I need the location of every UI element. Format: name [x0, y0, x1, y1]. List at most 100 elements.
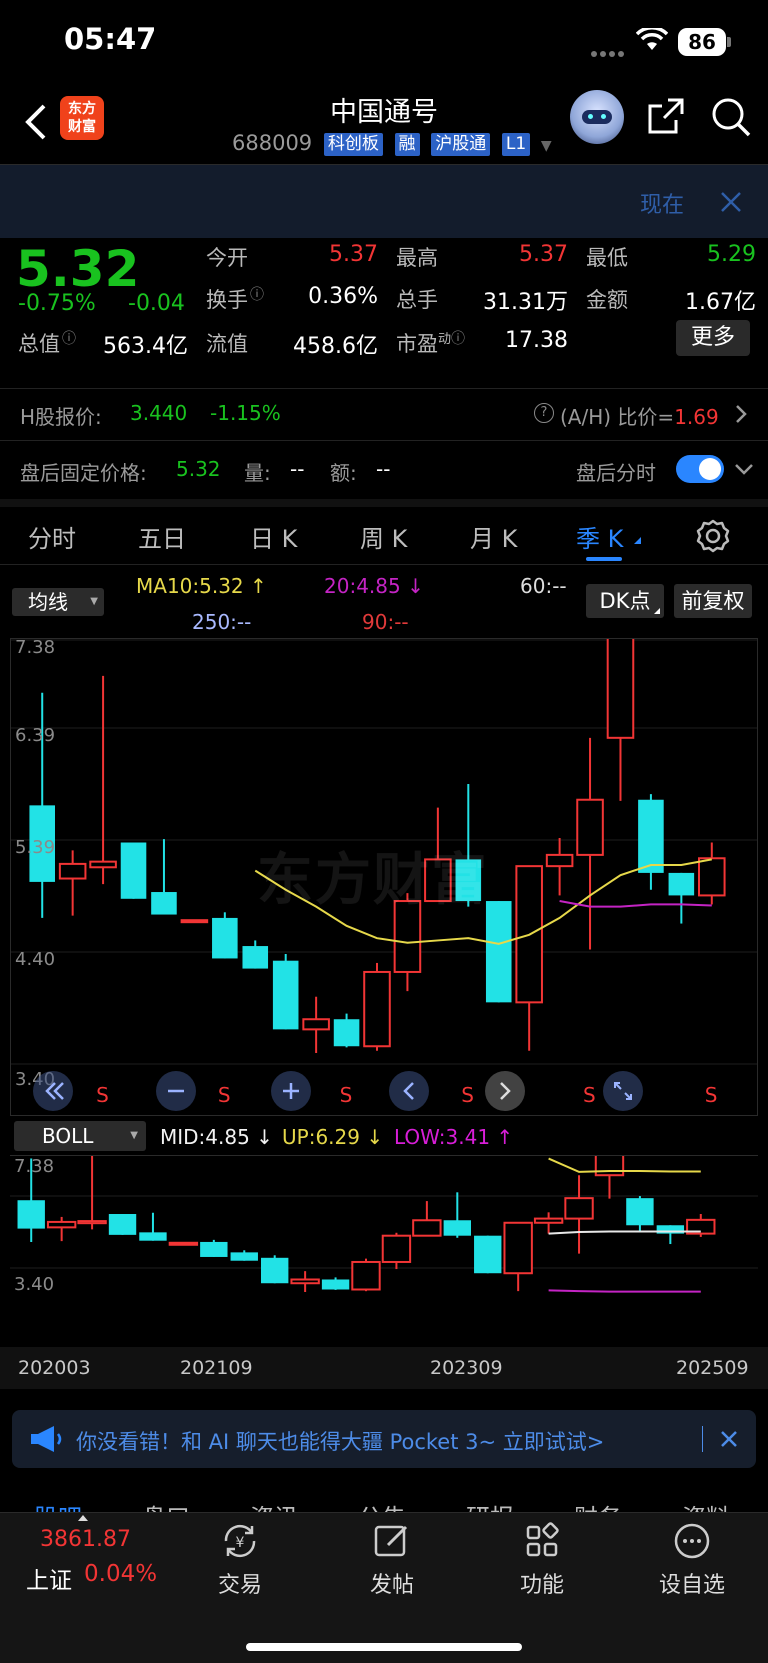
top-notice-banner[interactable]: 现在	[0, 164, 768, 238]
yen-cycle-icon: ¥	[224, 1524, 256, 1558]
chevron-down-icon[interactable]	[734, 461, 754, 480]
s-mark: S	[96, 1083, 109, 1107]
candle-body	[302, 1018, 330, 1031]
candle-body	[120, 842, 147, 899]
tab-weekly[interactable]: 周 K	[360, 519, 407, 554]
dropdown-icon: ▼	[90, 596, 98, 607]
candle-body	[58, 862, 87, 880]
close-icon[interactable]	[720, 191, 742, 217]
y-tick-label: 4.40	[15, 949, 56, 970]
open-label: 今开	[206, 246, 248, 270]
watermark: 东方财富	[257, 848, 489, 913]
dropdown-icon: ▼	[130, 1130, 138, 1141]
boll-candle-body	[443, 1220, 471, 1236]
boll-candle-body	[351, 1260, 381, 1291]
afterhours-price: 5.32	[176, 457, 221, 481]
pe-sup: 动	[438, 332, 452, 347]
volume-label: 总手	[396, 288, 438, 312]
boll-candle-body	[474, 1235, 502, 1274]
candlestick-chart[interactable]: 东方财富 7.386.395.394.403.40 SSSSSS	[10, 637, 758, 1116]
robot-avatar-icon[interactable]	[570, 90, 624, 144]
grid-icon	[526, 1522, 559, 1557]
megaphone-icon	[28, 1424, 64, 1458]
search-icon[interactable]	[710, 96, 752, 142]
boll-candle-body	[46, 1220, 77, 1229]
candle-body	[89, 860, 117, 869]
stock-code: 688009	[232, 131, 313, 155]
bottom-bar: 3861.87 上证 0.04% ¥ 交易 发帖 功能 设自选	[0, 1512, 768, 1663]
fullscreen-button[interactable]	[603, 1071, 643, 1111]
boll-candle-body	[261, 1257, 289, 1284]
candle-body	[576, 798, 604, 856]
info-icon[interactable]: ⓘ	[62, 331, 76, 347]
change-amount: -0.04	[128, 291, 185, 316]
fast-back-button[interactable]	[33, 1071, 73, 1111]
notice-text: 现在	[640, 193, 685, 218]
boll-low-line	[548, 1289, 701, 1293]
trade-button[interactable]: ¥ 交易	[200, 1521, 280, 1601]
chevron-right-icon[interactable]	[734, 403, 748, 429]
tab-monthly[interactable]: 月 K	[470, 519, 517, 554]
turnover-label: 换手 ⓘ	[206, 287, 264, 312]
afterhours-vol-label: 量:	[244, 461, 271, 485]
tab-quarterly[interactable]: 季 K	[576, 519, 623, 554]
dk-button[interactable]: DK点	[586, 584, 664, 618]
x-tick-label: 202003	[18, 1357, 91, 1379]
afterhours-amt-label: 额:	[330, 461, 357, 485]
ad-divider	[702, 1426, 703, 1452]
boll-candle-body	[168, 1241, 199, 1246]
tag-star-market: 科创板	[323, 132, 383, 156]
indicator-selector[interactable]: 均线 ▼	[12, 588, 104, 616]
amount-value: 1.67亿	[685, 290, 756, 315]
ma-legend: 均线 ▼ MA10:5.32 ↑ 20:4.85 ↓ 60:-- 250:-- 9…	[0, 566, 768, 638]
tab-five-day[interactable]: 五日	[138, 519, 186, 554]
info-icon[interactable]: ⓘ	[250, 287, 264, 303]
boll-candle-body	[290, 1278, 320, 1285]
post-button[interactable]: 发帖	[352, 1521, 432, 1601]
zoom-in-button[interactable]	[271, 1071, 311, 1111]
zoom-out-button[interactable]	[156, 1071, 196, 1111]
boll-candle-body	[381, 1234, 412, 1263]
open-value: 5.37	[329, 242, 378, 267]
index-widget[interactable]: 3861.87 上证 0.04%	[0, 1513, 170, 1603]
share-icon[interactable]	[646, 96, 686, 140]
period-tabs: 分时 五日 日 K 周 K 月 K 季 K	[0, 507, 768, 565]
boll-candle-body	[200, 1241, 228, 1257]
x-axis: 202003 202109 202309 202509	[0, 1347, 768, 1389]
scroll-right-button[interactable]	[485, 1071, 525, 1111]
nav-bar: 东方 财富 中国通号 688009 科创板 融 沪股通 L1 ▼	[0, 84, 768, 164]
hshare-label: H股报价:	[20, 405, 102, 429]
quote-panel: 5.32 -0.75% -0.04 今开 5.37 最高 5.37 最低 5.2…	[0, 238, 768, 388]
afterhours-toggle-label: 盘后分时	[576, 461, 656, 485]
add-watchlist-button[interactable]: 设自选	[652, 1521, 732, 1601]
x-tick-label: 202309	[430, 1357, 503, 1379]
content-tabs: 股吧 盘口 资讯 公告 研报 财务 资料	[0, 1480, 768, 1514]
settings-icon[interactable]	[696, 519, 730, 557]
tab-corner-icon	[634, 537, 641, 544]
hshare-row[interactable]: H股报价: 3.440 -1.15% ? (A/H) 比价=1.69	[0, 389, 768, 439]
adjust-button[interactable]: 前复权	[674, 584, 752, 618]
ma10-value: MA10:5.32 ↑	[136, 574, 267, 598]
y-tick-label: 6.39	[15, 725, 56, 746]
close-icon[interactable]	[720, 1430, 738, 1452]
boll-chart[interactable]: 7.38 3.40	[10, 1155, 758, 1347]
afterhours-toggle[interactable]	[676, 455, 724, 483]
question-icon[interactable]: ?	[534, 403, 554, 423]
boll-candle-body	[564, 1197, 594, 1220]
tab-daily[interactable]: 日 K	[250, 519, 297, 554]
scroll-left-button[interactable]	[389, 1071, 429, 1111]
functions-button[interactable]: 功能	[502, 1521, 582, 1601]
hshare-price: 3.440	[130, 401, 188, 425]
cellular-signal-icon	[590, 44, 626, 63]
stock-code-row[interactable]: 688009 科创板 融 沪股通 L1 ▼	[232, 131, 552, 156]
tab-intraday[interactable]: 分时	[28, 519, 76, 554]
more-button[interactable]: 更多	[676, 320, 750, 356]
info-icon[interactable]: ⓘ	[451, 331, 465, 347]
boll-selector[interactable]: BOLL ▼	[14, 1121, 146, 1151]
x-tick-label: 202509	[676, 1357, 749, 1379]
ad-banner[interactable]: 你没看错！和 AI 聊天也能得大疆 Pocket 3~ 立即试试>	[12, 1410, 756, 1468]
status-time: 05:47	[64, 22, 157, 56]
low-value: 5.29	[707, 242, 756, 267]
battery-indicator: 86	[678, 28, 726, 56]
index-value: 3861.87	[40, 1527, 131, 1552]
